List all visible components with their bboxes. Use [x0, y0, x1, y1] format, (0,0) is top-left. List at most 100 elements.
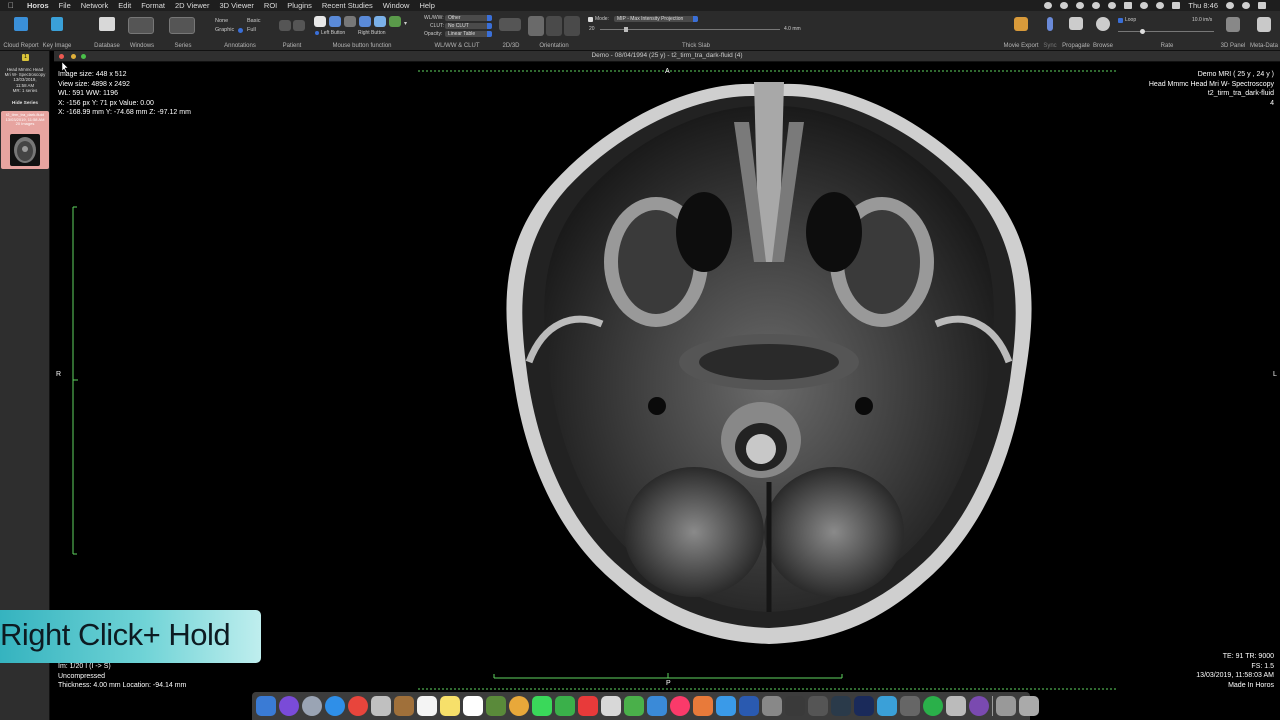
rotate-tool-icon[interactable]	[359, 16, 371, 27]
gmail-icon[interactable]	[1076, 2, 1085, 9]
safari-icon[interactable]	[325, 696, 345, 716]
trash-icon[interactable]	[1019, 696, 1039, 716]
utility-icon[interactable]	[900, 696, 920, 716]
system-preferences-icon[interactable]	[762, 696, 782, 716]
battery-icon[interactable]	[1172, 2, 1181, 9]
news-icon[interactable]	[578, 696, 598, 716]
lightroom-icon[interactable]	[831, 696, 851, 716]
patient-button[interactable]: Patient	[276, 11, 308, 51]
app-store-icon[interactable]	[716, 696, 736, 716]
airplay-icon[interactable]	[1124, 2, 1133, 9]
annotation-none-option[interactable]: None	[215, 18, 228, 24]
menu-network[interactable]: Network	[76, 1, 114, 10]
annotation-graphic-option[interactable]: Graphic	[215, 27, 234, 33]
menu-format[interactable]: Format	[136, 1, 170, 10]
metadata-button[interactable]: Meta-Data	[1248, 11, 1280, 51]
move-tool-icon[interactable]	[329, 16, 341, 27]
thick-slab-slider-handle[interactable]	[624, 27, 628, 32]
key-image-button[interactable]: Key Image	[40, 11, 74, 51]
study-info[interactable]: Head Mmmc Head Mri W- Spectroscopy 13/03…	[0, 67, 50, 93]
series-card[interactable]: t2_tirm_tra_dark-fluid 13/03/2019, 11:58…	[1, 111, 49, 169]
notes-icon[interactable]	[440, 696, 460, 716]
extension-icon[interactable]	[1060, 2, 1069, 9]
sync-button[interactable]: Sync	[1040, 11, 1060, 51]
menu-file[interactable]: File	[54, 1, 76, 10]
thick-slab-checkbox[interactable]	[588, 17, 593, 22]
keynote-icon[interactable]	[647, 696, 667, 716]
axial-orientation-icon[interactable]	[528, 16, 544, 36]
vpn-icon[interactable]	[739, 696, 759, 716]
grammarly-icon[interactable]	[923, 696, 943, 716]
thick-slab-mode-select[interactable]: MIP - Max Intensity Projection	[614, 16, 698, 22]
volume-icon[interactable]	[1156, 2, 1165, 9]
roi-tool-icon[interactable]	[389, 16, 401, 27]
clut-select[interactable]: No CLUT	[445, 23, 492, 29]
finder-icon[interactable]	[256, 696, 276, 716]
menu-3d-viewer[interactable]: 3D Viewer	[214, 1, 258, 10]
user-avatar-icon[interactable]	[1242, 2, 1250, 9]
notification-center-icon[interactable]	[1258, 2, 1266, 9]
menu-2d-viewer[interactable]: 2D Viewer	[170, 1, 214, 10]
3d-panel-button[interactable]: 3D Panel	[1218, 11, 1248, 51]
preview-icon[interactable]	[946, 696, 966, 716]
viber-icon[interactable]	[969, 696, 989, 716]
windows-button[interactable]: Windows	[125, 11, 159, 51]
launchpad-icon[interactable]	[302, 696, 322, 716]
annotation-full-option[interactable]: Full	[247, 27, 256, 33]
cloud-report-button[interactable]: Cloud Report	[0, 11, 42, 51]
menu-window[interactable]: Window	[378, 1, 415, 10]
maps-icon[interactable]	[486, 696, 506, 716]
browse-button[interactable]: Browse	[1090, 11, 1116, 51]
reminders-icon[interactable]	[463, 696, 483, 716]
photos-icon[interactable]	[509, 696, 529, 716]
final-cut-icon[interactable]	[785, 696, 805, 716]
mail-app-icon[interactable]	[877, 696, 897, 716]
wifi-icon[interactable]	[1140, 2, 1149, 9]
opacity-select[interactable]: Linear Table	[445, 31, 492, 37]
bluetooth-icon[interactable]	[1108, 2, 1117, 9]
menu-recent-studies[interactable]: Recent Studies	[317, 1, 378, 10]
chrome-icon[interactable]	[348, 696, 368, 716]
siri-icon[interactable]	[279, 696, 299, 716]
database-button[interactable]: Database	[90, 11, 124, 51]
propagate-button[interactable]: Propagate	[1060, 11, 1092, 51]
menu-help[interactable]: Help	[414, 1, 439, 10]
downloads-icon[interactable]	[996, 696, 1016, 716]
menu-plugins[interactable]: Plugins	[282, 1, 317, 10]
messages-icon[interactable]	[532, 696, 552, 716]
facetime-icon[interactable]	[555, 696, 575, 716]
record-icon[interactable]	[1044, 2, 1053, 9]
contacts-icon[interactable]	[394, 696, 414, 716]
wl-tool-icon[interactable]	[314, 16, 326, 27]
menu-roi[interactable]: ROI	[259, 1, 282, 10]
left-button-radio-icon[interactable]	[315, 31, 319, 35]
coronal-orientation-icon[interactable]	[546, 16, 562, 36]
hide-series-button[interactable]: Hide Series	[0, 101, 50, 106]
view-2d3d-button[interactable]: 2D/3D	[496, 11, 526, 51]
menu-app[interactable]: Horos	[22, 1, 54, 10]
pages-icon[interactable]	[601, 696, 621, 716]
clock[interactable]: Thu 8:46	[1188, 1, 1218, 10]
music-icon[interactable]	[670, 696, 690, 716]
mail-icon[interactable]	[371, 696, 391, 716]
annotation-basic-option[interactable]: Basic	[247, 18, 260, 24]
zoom-tool-icon[interactable]	[344, 16, 356, 27]
horos-icon[interactable]	[808, 696, 828, 716]
rate-slider-handle[interactable]	[1139, 29, 1145, 34]
calendar-icon[interactable]	[417, 696, 437, 716]
movie-export-button[interactable]: Movie Export	[1000, 11, 1042, 51]
rate-slider[interactable]	[1118, 31, 1214, 32]
sagittal-orientation-icon[interactable]	[564, 16, 580, 36]
radio-selected-icon[interactable]	[238, 28, 243, 33]
cloud-icon[interactable]	[1092, 2, 1101, 9]
series-button[interactable]: Series	[166, 11, 200, 51]
photoshop-icon[interactable]	[854, 696, 874, 716]
scroll-tool-icon[interactable]	[374, 16, 386, 27]
books-icon[interactable]	[693, 696, 713, 716]
menu-edit[interactable]: Edit	[113, 1, 136, 10]
apple-icon[interactable]: 	[0, 1, 22, 10]
chevron-down-icon[interactable]: ▾	[404, 20, 407, 27]
search-icon[interactable]	[1226, 2, 1234, 9]
loop-checkbox[interactable]	[1118, 18, 1123, 23]
wlww-select[interactable]: Other	[445, 15, 492, 21]
